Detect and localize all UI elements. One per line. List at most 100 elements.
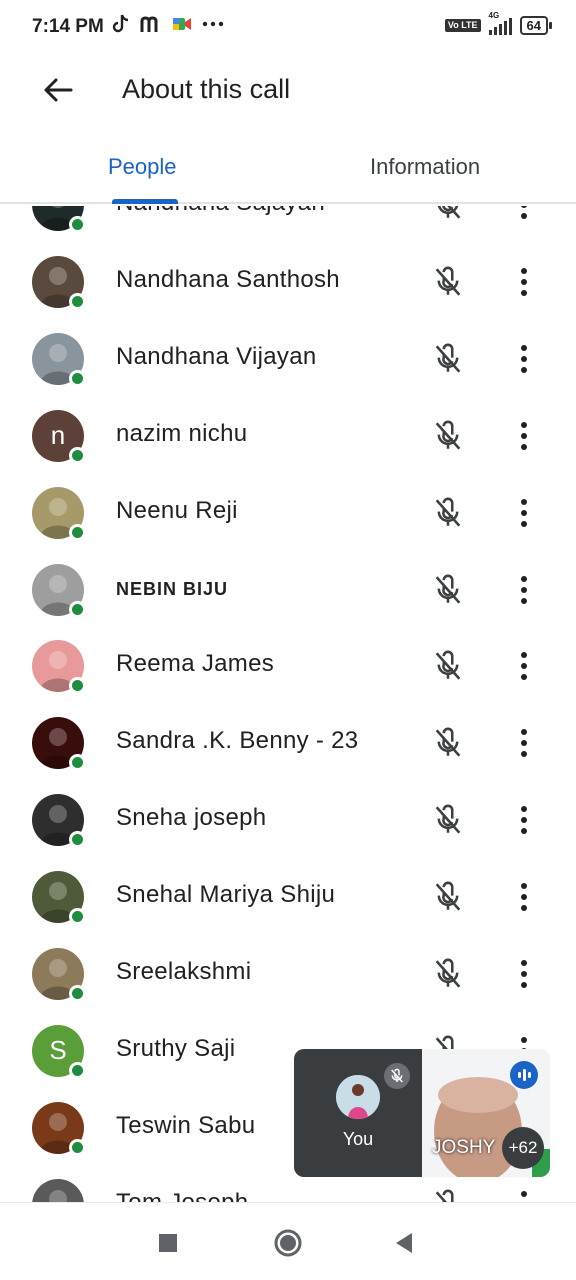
participant-row[interactable]: NEBIN BIJU <box>0 552 576 629</box>
online-status-dot <box>69 677 86 695</box>
mute-status-button[interactable] <box>428 206 468 225</box>
more-options-button[interactable] <box>506 339 542 379</box>
mute-status-button[interactable] <box>428 877 468 917</box>
network-label: 4G <box>488 10 500 20</box>
mic-off-icon <box>435 1189 454 1202</box>
participant-name: Sneha joseph <box>116 804 267 832</box>
online-status-dot <box>69 908 86 926</box>
tab-people[interactable]: People <box>108 154 177 180</box>
mic-off-icon <box>391 1068 403 1083</box>
volte-icon: Vo LTE <box>444 19 481 32</box>
mute-status-button[interactable] <box>428 723 468 763</box>
more-vert-icon <box>521 1190 527 1202</box>
participant-name: Sreelakshmi <box>116 958 252 985</box>
participant-row[interactable]: Snehal Mariya Shiju <box>0 859 576 936</box>
self-mic-off-button[interactable] <box>384 1063 410 1089</box>
avatar <box>32 794 86 849</box>
mic-off-icon <box>435 420 461 450</box>
more-options-button[interactable] <box>506 877 542 917</box>
avatar <box>32 640 86 695</box>
mute-status-button[interactable] <box>428 1185 468 1202</box>
participant-row[interactable]: Nandhana Sajayan <box>0 206 576 244</box>
participant-name: Sruthy Saji <box>116 1034 236 1062</box>
more-notifications-icon <box>202 21 224 27</box>
mute-status-button[interactable] <box>428 800 468 840</box>
mute-status-button[interactable] <box>428 262 468 302</box>
page-title: About this call <box>122 74 291 104</box>
more-vert-icon <box>521 960 527 988</box>
more-options-button[interactable] <box>506 206 542 225</box>
online-status-dot <box>69 292 86 310</box>
meet-icon <box>173 18 191 30</box>
triangle-back-icon <box>396 1233 412 1253</box>
mic-off-icon <box>435 343 461 373</box>
participant-row[interactable]: Neenu Reji <box>0 475 576 552</box>
mute-status-button[interactable] <box>428 339 468 379</box>
mic-off-icon <box>435 266 461 296</box>
participant-name: Reema James <box>116 650 275 678</box>
home-button[interactable] <box>268 1223 308 1263</box>
participant-row[interactable]: Reema James <box>0 628 576 705</box>
online-status-dot <box>69 1138 86 1156</box>
online-status-dot <box>69 1061 86 1079</box>
participant-row[interactable]: Sreelakshmi <box>0 936 576 1013</box>
more-vert-icon <box>521 729 527 758</box>
mute-status-button[interactable] <box>428 570 468 610</box>
status-bar: 7:14 PM Vo LTE 4G 64 <box>0 0 576 56</box>
more-options-button[interactable] <box>506 570 542 610</box>
more-options-button[interactable] <box>506 262 542 302</box>
participant-row[interactable]: n nazim nichu <box>0 398 576 475</box>
avatar <box>32 563 86 618</box>
mute-status-button[interactable] <box>428 646 468 686</box>
participant-row[interactable]: Nandhana Vijayan <box>0 321 576 398</box>
more-vert-icon <box>521 652 527 681</box>
mic-off-icon <box>435 650 461 680</box>
nav-back-button[interactable] <box>384 1223 424 1263</box>
online-status-dot <box>69 216 86 233</box>
online-status-dot <box>69 600 86 618</box>
more-options-button[interactable] <box>506 723 542 763</box>
active-tab-indicator <box>112 199 178 204</box>
online-status-dot <box>69 985 86 1002</box>
self-avatar <box>336 1075 380 1119</box>
more-vert-icon <box>521 498 527 527</box>
avatar-initial: n <box>50 420 66 451</box>
avatar: S <box>32 1024 86 1079</box>
speaking-indicator-icon <box>510 1061 538 1089</box>
mute-status-button[interactable] <box>428 416 468 456</box>
participant-name: NEBIN BIJU <box>116 578 229 599</box>
circle-icon <box>274 1229 302 1257</box>
more-options-button[interactable] <box>506 416 542 456</box>
more-options-button[interactable] <box>506 954 542 994</box>
mic-off-icon <box>435 958 461 988</box>
tab-information[interactable]: Information <box>370 154 480 180</box>
avatar: n <box>32 409 86 464</box>
participant-row[interactable]: Nandhana Santhosh <box>0 244 576 321</box>
more-options-button[interactable] <box>506 493 542 533</box>
tab-bar: People Information <box>0 140 576 204</box>
recents-button[interactable] <box>148 1223 188 1263</box>
more-options-button[interactable] <box>506 646 542 686</box>
self-view-pip[interactable]: You JOSHY +62 <box>294 1049 550 1177</box>
avatar <box>32 486 86 541</box>
participant-count-badge[interactable]: +62 <box>502 1127 544 1169</box>
avatar <box>32 255 86 310</box>
participant-name: nazim nichu <box>116 419 248 447</box>
more-options-button[interactable] <box>506 1185 542 1202</box>
remote-tile[interactable]: JOSHY +62 <box>422 1049 550 1177</box>
back-button[interactable] <box>36 68 80 112</box>
participant-row[interactable]: Sneha joseph <box>0 782 576 859</box>
online-status-dot <box>69 523 86 541</box>
self-tile[interactable]: You <box>294 1049 422 1177</box>
mute-status-button[interactable] <box>428 493 468 533</box>
participant-name: Nandhana Sajayan <box>116 206 325 217</box>
mic-off-icon <box>437 206 461 219</box>
m-icon <box>140 16 158 32</box>
mic-off-icon <box>435 497 461 527</box>
mute-status-button[interactable] <box>428 954 468 994</box>
more-options-button[interactable] <box>506 800 542 840</box>
status-time: 7:14 PM <box>32 16 104 37</box>
avatar <box>32 717 86 772</box>
more-vert-icon <box>521 206 527 219</box>
participant-row[interactable]: Sandra .K. Benny - 23 <box>0 705 576 782</box>
